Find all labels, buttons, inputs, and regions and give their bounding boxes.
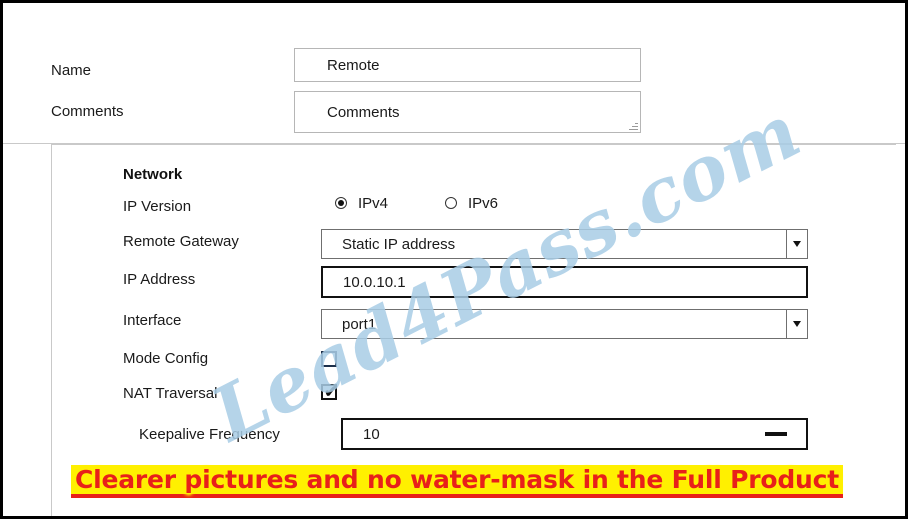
resize-grip-icon[interactable] — [629, 121, 638, 130]
comments-textarea-value: Comments — [327, 103, 400, 121]
name-label: Name — [51, 62, 92, 79]
application-window: Lead4Pass.com Name Remote Comments Comme… — [0, 0, 908, 519]
comments-textarea[interactable]: Comments — [294, 91, 641, 133]
comments-label: Comments — [51, 103, 124, 120]
network-section-panel — [51, 144, 896, 516]
name-input[interactable]: Remote — [294, 48, 641, 82]
